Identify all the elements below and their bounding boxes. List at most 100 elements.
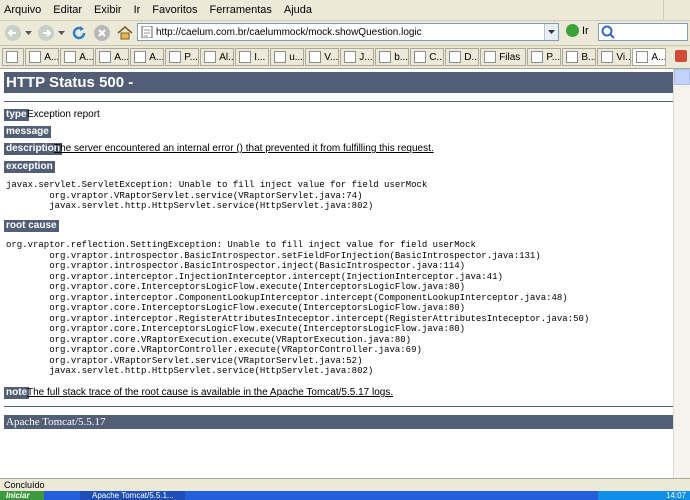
status-bar: Concluído: [0, 478, 690, 491]
browser-tab[interactable]: I...: [235, 48, 269, 66]
browser-tab[interactable]: Al...: [200, 48, 234, 66]
note-label: note: [4, 387, 30, 399]
back-dropdown-icon[interactable]: [23, 23, 33, 43]
tab-label: P...: [184, 51, 198, 63]
reload-button[interactable]: [69, 23, 89, 43]
home-icon: [117, 26, 133, 40]
back-button[interactable]: [3, 23, 23, 43]
exception-trace: javax.servlet.ServletException: Unable t…: [6, 180, 428, 211]
menu-bar: Arquivo Editar Exibir Ir Favoritos Ferramenta…: [0, 0, 690, 21]
tab-label: I...: [254, 51, 266, 63]
browser-tab[interactable]: Vi...: [597, 48, 632, 66]
tab-bar: A... A... A... A... P... Al... I... u... V... J..…: [0, 46, 690, 69]
page-icon: [141, 26, 153, 38]
browser-tab[interactable]: A...: [60, 48, 94, 66]
scroll-up-icon[interactable]: [674, 69, 690, 85]
root-cause-label: root cause: [4, 220, 59, 232]
browser-tab[interactable]: Filas: [480, 48, 527, 66]
taskbar-window-button[interactable]: Apache Tomcat/5.5.1...: [80, 491, 185, 500]
tab-label: P...: [546, 51, 561, 63]
browser-tab[interactable]: V...: [305, 48, 339, 66]
search-field[interactable]: [598, 23, 688, 41]
tab-label: C...: [429, 51, 444, 63]
windows-taskbar: Iniciar Apache Tomcat/5.5.1... 14:07: [0, 491, 690, 500]
vertical-scrollbar[interactable]: [673, 69, 690, 478]
tab-label: A...: [79, 51, 94, 63]
address-url[interactable]: http://caelum.com.br/caelummock/mock.sho…: [156, 27, 544, 38]
tab-favicon-icon: [239, 51, 252, 63]
browser-tab[interactable]: C...: [410, 48, 444, 66]
address-bar[interactable]: http://caelum.com.br/caelummock/mock.sho…: [137, 23, 559, 41]
tab-label: J...: [359, 51, 373, 63]
tab-label: Filas: [499, 51, 521, 63]
server-footer: Apache Tomcat/5.5.17: [4, 415, 684, 429]
stop-button[interactable]: [92, 23, 112, 43]
browser-tab[interactable]: D...: [445, 48, 479, 66]
tab-label: B...: [581, 51, 597, 63]
browser-tab[interactable]: B...: [562, 48, 597, 66]
browser-tab[interactable]: u...: [270, 48, 304, 66]
browser-tab[interactable]: P...: [165, 48, 199, 66]
reload-icon: [72, 26, 86, 40]
tab-label: b...: [394, 51, 409, 63]
browser-tab[interactable]: A...: [95, 48, 129, 66]
navigation-toolbar: http://caelum.com.br/caelummock/mock.sho…: [0, 21, 690, 46]
tab-label: Al...: [219, 51, 234, 63]
browser-tab[interactable]: [2, 48, 24, 66]
start-button[interactable]: Iniciar: [0, 491, 44, 500]
menu-item-ajuda[interactable]: Ajuda: [278, 0, 318, 20]
tab-favicon-icon: [99, 51, 112, 63]
tab-favicon-icon: [636, 51, 649, 63]
tab-label: u...: [289, 51, 304, 63]
system-tray-clock: 14:07: [598, 491, 690, 500]
home-button[interactable]: [115, 23, 135, 43]
browser-tab[interactable]: P...: [527, 48, 562, 66]
go-icon: [566, 24, 579, 37]
tab-label: A...: [149, 51, 164, 63]
tab-favicon-icon: [169, 51, 182, 63]
tab-favicon-icon: [6, 51, 18, 63]
browser-logo-icon: [663, 0, 690, 20]
exception-label: exception: [4, 161, 55, 173]
forward-button[interactable]: [36, 23, 56, 43]
tab-favicon-icon: [531, 51, 544, 63]
go-button[interactable]: Ir: [566, 24, 589, 37]
tab-favicon-icon: [414, 51, 427, 63]
forward-dropdown-icon[interactable]: [56, 23, 66, 43]
address-dropdown-icon[interactable]: [544, 24, 558, 40]
menu-item-ir[interactable]: Ir: [128, 0, 147, 20]
menu-item-arquivo[interactable]: Arquivo: [0, 0, 47, 20]
stop-icon: [94, 25, 110, 41]
browser-tab[interactable]: A...: [25, 48, 59, 66]
type-value: Exception report: [27, 109, 100, 120]
tab-favicon-icon: [344, 51, 357, 63]
tab-label: V...: [324, 51, 339, 63]
tab-favicon-icon: [379, 51, 392, 63]
type-label: type: [4, 109, 29, 121]
browser-tab[interactable]: A...: [632, 48, 667, 66]
tab-label: A...: [44, 51, 59, 63]
menu-item-exibir[interactable]: Exibir: [88, 0, 128, 20]
go-label: Ir: [582, 24, 589, 37]
search-engine-icon: [601, 25, 615, 39]
tab-favicon-icon: [64, 51, 77, 63]
menu-item-ferramentas[interactable]: Ferramentas: [204, 0, 278, 20]
tab-label: A...: [651, 51, 667, 63]
tab-favicon-icon: [274, 51, 287, 63]
menu-item-editar[interactable]: Editar: [47, 0, 88, 20]
description-value: The server encountered an internal error…: [54, 143, 434, 154]
tab-favicon-icon: [134, 51, 147, 63]
tab-label: Vi...: [616, 51, 631, 63]
forward-arrow-icon: [38, 25, 54, 41]
tab-favicon-icon: [601, 51, 614, 63]
browser-tab[interactable]: A...: [130, 48, 164, 66]
status-text: Concluído: [4, 480, 45, 490]
tab-favicon-icon: [566, 51, 579, 63]
browser-tab[interactable]: b...: [375, 48, 409, 66]
browser-tab[interactable]: J...: [340, 48, 374, 66]
back-arrow-icon: [5, 25, 21, 41]
tab-favicon-icon: [29, 51, 42, 63]
page-content: HTTP Status 500 - type Exception report …: [0, 69, 690, 478]
menu-item-favoritos[interactable]: Favoritos: [146, 0, 203, 20]
close-tab-icon[interactable]: [675, 50, 687, 62]
